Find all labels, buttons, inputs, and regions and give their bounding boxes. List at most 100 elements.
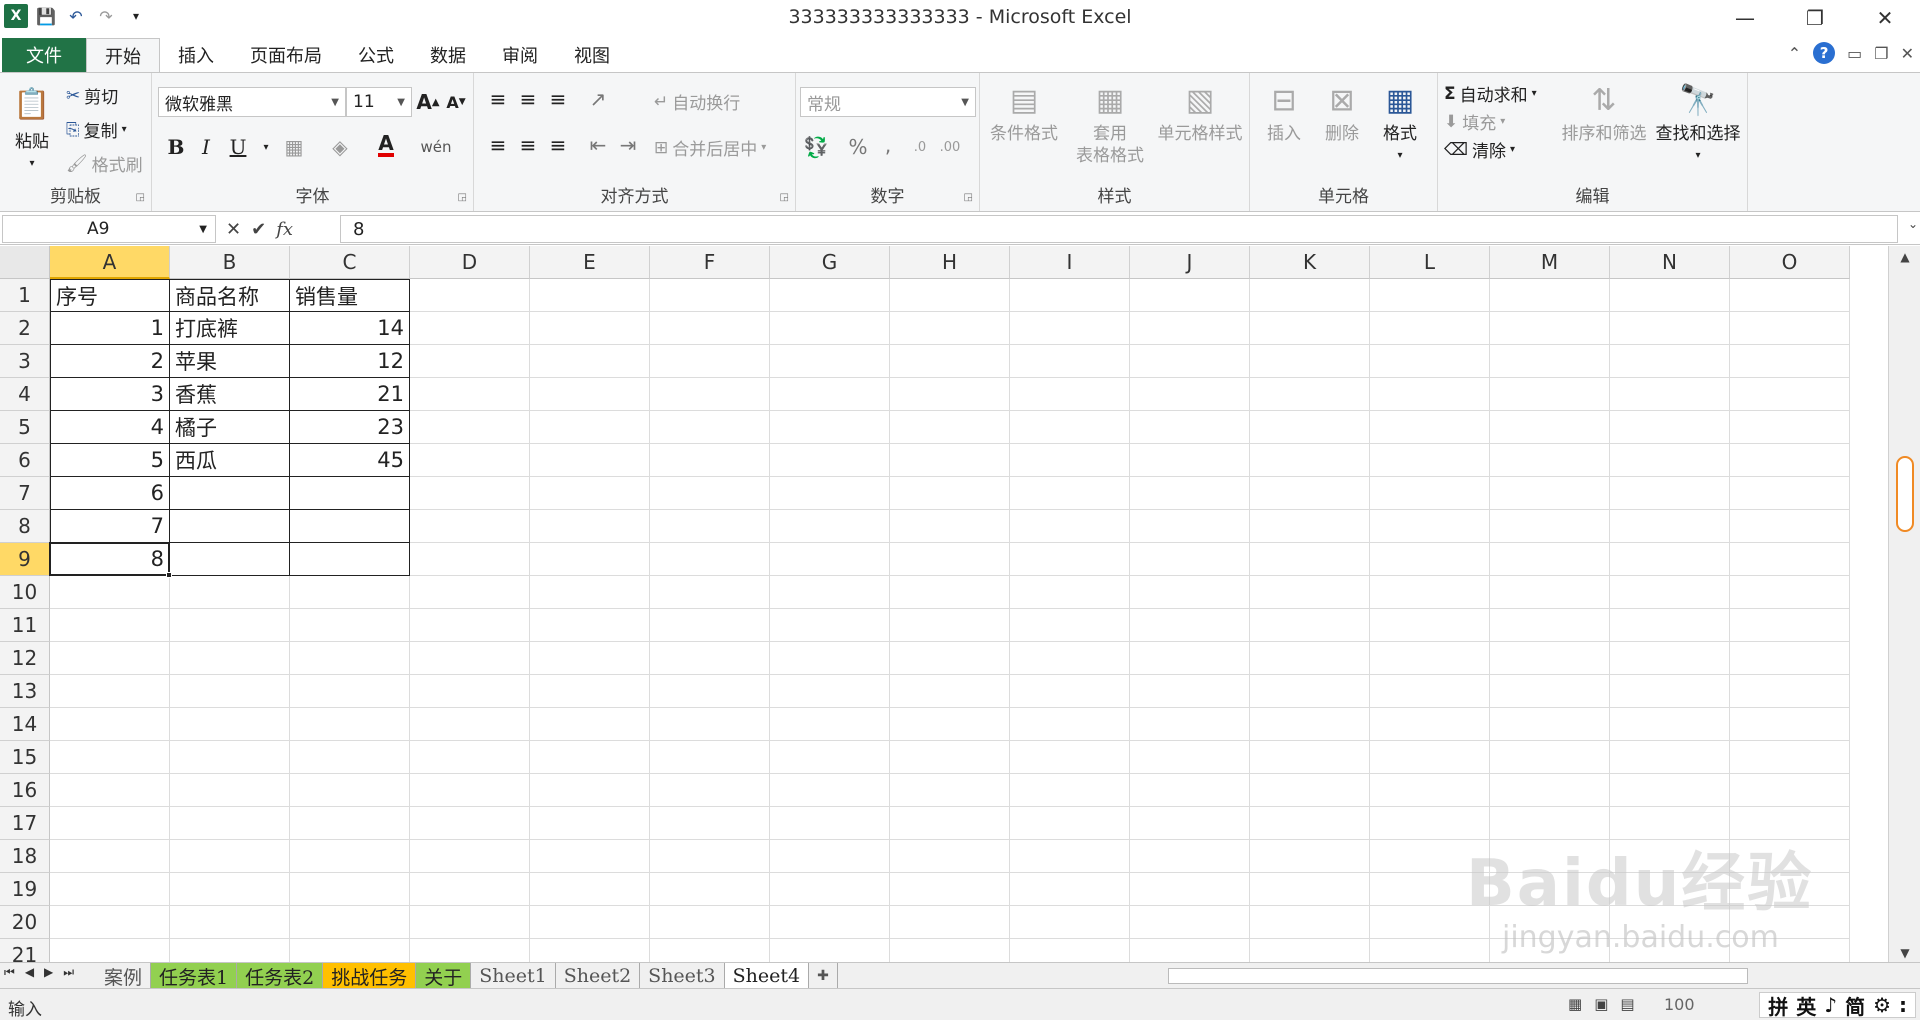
fill-handle[interactable] [166,572,172,578]
cell-m13[interactable] [1490,675,1610,708]
next-sheet-icon[interactable]: ▶ [44,965,53,980]
cell-d9[interactable] [410,543,530,576]
cell-e8[interactable] [530,510,650,543]
formula-input[interactable]: 8 [340,215,1898,243]
cell-j9[interactable] [1130,543,1250,576]
row-header-1[interactable]: 1 [0,279,50,312]
cell-g18[interactable] [770,840,890,873]
cell-c13[interactable] [290,675,410,708]
cell-h2[interactable] [890,312,1010,345]
column-header-d[interactable]: D [410,246,530,279]
cell-i16[interactable] [1010,774,1130,807]
cut-button[interactable]: ✂ 剪切 [66,83,118,109]
column-header-h[interactable]: H [890,246,1010,279]
cell-g7[interactable] [770,477,890,510]
cell-g2[interactable] [770,312,890,345]
cell-i2[interactable] [1010,312,1130,345]
name-box-dropdown-icon[interactable]: ▼ [199,224,207,235]
cell-c3[interactable]: 12 [290,345,410,378]
cell-f21[interactable] [650,939,770,964]
cell-n13[interactable] [1610,675,1730,708]
ime-english[interactable]: 英 [1796,991,1816,1020]
cell-b8[interactable] [170,510,290,543]
cell-f20[interactable] [650,906,770,939]
cell-d5[interactable] [410,411,530,444]
cell-k15[interactable] [1250,741,1370,774]
cell-h13[interactable] [890,675,1010,708]
cell-f1[interactable] [650,279,770,312]
row-header-16[interactable]: 16 [0,774,50,807]
cell-k7[interactable] [1250,477,1370,510]
sheet-tab-3[interactable]: 挑战任务 [323,963,417,989]
cell-b16[interactable] [170,774,290,807]
cell-o4[interactable] [1730,378,1850,411]
cell-h5[interactable] [890,411,1010,444]
row-header-15[interactable]: 15 [0,741,50,774]
cell-o5[interactable] [1730,411,1850,444]
decrease-indent-icon[interactable]: ⇤ [584,131,612,159]
cell-k21[interactable] [1250,939,1370,964]
cell-i21[interactable] [1010,939,1130,964]
clear-button[interactable]: ⌫ 清除 ▾ [1444,137,1515,163]
cell-f17[interactable] [650,807,770,840]
cell-f16[interactable] [650,774,770,807]
cell-i8[interactable] [1010,510,1130,543]
cell-a21[interactable] [50,939,170,964]
cell-h18[interactable] [890,840,1010,873]
cell-a3[interactable]: 2 [50,345,170,378]
cell-f8[interactable] [650,510,770,543]
column-header-g[interactable]: G [770,246,890,279]
sheet-tab-0[interactable]: 案例 [96,963,152,989]
cell-k13[interactable] [1250,675,1370,708]
row-header-6[interactable]: 6 [0,444,50,477]
cell-g1[interactable] [770,279,890,312]
cell-m9[interactable] [1490,543,1610,576]
sheet-tab-8[interactable]: Sheet4 [724,963,810,989]
cell-o7[interactable] [1730,477,1850,510]
cell-i5[interactable] [1010,411,1130,444]
cell-l4[interactable] [1370,378,1490,411]
expand-formula-bar-icon[interactable]: ⌄ [1908,217,1918,231]
cell-n16[interactable] [1610,774,1730,807]
cell-f3[interactable] [650,345,770,378]
cell-k8[interactable] [1250,510,1370,543]
align-center-icon[interactable]: ≡ [514,131,542,159]
cell-e3[interactable] [530,345,650,378]
cell-h7[interactable] [890,477,1010,510]
row-header-3[interactable]: 3 [0,345,50,378]
column-header-m[interactable]: M [1490,246,1610,279]
insert-cells-button[interactable]: ⊟ 插入 [1256,79,1312,145]
tab-home[interactable]: 开始 [86,38,160,72]
cell-b12[interactable] [170,642,290,675]
new-sheet-icon[interactable]: ✚ [809,963,838,989]
cell-b15[interactable] [170,741,290,774]
cell-k12[interactable] [1250,642,1370,675]
cell-j19[interactable] [1130,873,1250,906]
cell-e21[interactable] [530,939,650,964]
cell-j7[interactable] [1130,477,1250,510]
cell-c1[interactable]: 销售量 [290,279,410,312]
alignment-launcher-icon[interactable]: ◲ [780,192,789,203]
cell-l16[interactable] [1370,774,1490,807]
cell-b10[interactable] [170,576,290,609]
tab-page-layout[interactable]: 页面布局 [232,38,340,72]
cell-f10[interactable] [650,576,770,609]
cell-d15[interactable] [410,741,530,774]
cell-d7[interactable] [410,477,530,510]
cell-i14[interactable] [1010,708,1130,741]
cell-n11[interactable] [1610,609,1730,642]
cell-f2[interactable] [650,312,770,345]
underline-button[interactable]: U [224,133,252,161]
cell-g17[interactable] [770,807,890,840]
cell-a17[interactable] [50,807,170,840]
row-header-9[interactable]: 9 [0,543,50,576]
cell-l14[interactable] [1370,708,1490,741]
cell-j3[interactable] [1130,345,1250,378]
cell-h20[interactable] [890,906,1010,939]
ime-pinyin[interactable]: 拼 [1768,991,1788,1020]
cell-b7[interactable] [170,477,290,510]
cell-d10[interactable] [410,576,530,609]
cell-g10[interactable] [770,576,890,609]
cell-k20[interactable] [1250,906,1370,939]
cell-h17[interactable] [890,807,1010,840]
